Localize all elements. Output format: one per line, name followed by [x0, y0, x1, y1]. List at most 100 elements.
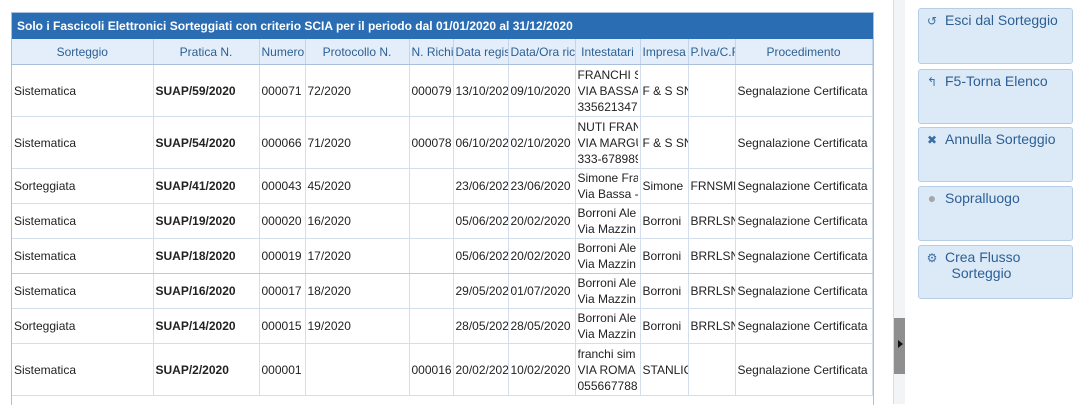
esci-sorteggio-button[interactable]: ↺ Esci dal Sorteggio [918, 8, 1073, 64]
torna-elenco-button[interactable]: ↰ F5-Torna Elenco [918, 69, 1073, 124]
cell-numero: 000019 [259, 238, 306, 274]
table-row[interactable]: Sistematica SUAP/2/2020 000001 000016 20/02/… [12, 343, 873, 396]
cell-impresa: F & S SNC [640, 64, 689, 117]
intestatari-line: Borroni Ale [577, 241, 637, 255]
cell-impresa: F & S SNC [640, 116, 689, 169]
intestatari-line: franchi sim [577, 346, 636, 361]
cell-numero: 000001 [259, 343, 306, 396]
sorteggio-grid-panel: Solo i Fascicoli Elettronici Sorteggiati… [11, 12, 874, 405]
sopralluogo-button[interactable]: ● Sopralluogo [918, 186, 1073, 241]
cell-intestatari: FRANCHI S VIA BASSA 335621347 [575, 64, 641, 117]
cell-data-ricezione: 09/10/2020 [508, 64, 576, 117]
cell-numero: 000043 [259, 168, 306, 204]
column-header-numero[interactable]: Numero [259, 39, 306, 65]
cell-protocollo: 18/2020 [305, 273, 410, 309]
cell-numero: 000015 [259, 308, 306, 344]
cell-procedimento: Segnalazione Certificata [735, 168, 873, 204]
cell-richiesta: 000078 [409, 116, 454, 169]
column-header-procedimento[interactable]: Procedimento [735, 39, 873, 65]
crea-flusso-sorteggio-button[interactable]: ⚙ Crea Flusso Sorteggio [918, 245, 1073, 299]
cell-procedimento: Segnalazione Certificata [735, 273, 873, 309]
cell-richiesta [409, 308, 454, 344]
intestatari-line: Via Mazzin [577, 292, 636, 306]
cell-numero: 000066 [259, 116, 306, 169]
intestatari-line: 055667788 [577, 378, 638, 393]
column-header-protocollo[interactable]: Protocollo N. [305, 39, 410, 65]
cell-pratica: SUAP/59/2020 [153, 64, 260, 117]
intestatari-line: 335621347 [577, 99, 638, 114]
cell-sorteggio: Sorteggiata [12, 168, 154, 204]
cell-protocollo [305, 343, 410, 396]
intestatari-line: Borroni Ale [577, 311, 637, 325]
cell-procedimento: Segnalazione Certificata [735, 308, 873, 344]
cell-sorteggio: Sistematica [12, 64, 154, 117]
intestatari-line: 333-678989 [577, 151, 638, 166]
cell-impresa: Borroni [640, 203, 689, 239]
cell-data-ricezione: 28/05/2020 [508, 308, 576, 344]
cell-piva [688, 116, 736, 169]
column-header-piva[interactable]: P.Iva/C.F. [688, 39, 736, 65]
cell-impresa: Borroni [640, 273, 689, 309]
table-row[interactable]: Sorteggiata SUAP/41/2020 000043 45/2020 23/0… [12, 168, 873, 204]
cell-richiesta [409, 273, 454, 309]
column-header-data-ricezione[interactable]: Data/Ora ricezione [508, 39, 576, 65]
intestatari-line: Borroni Ale [577, 206, 637, 220]
cell-data-registrazione: 23/06/2020 [453, 168, 509, 204]
sopralluogo-label: Sopralluogo [945, 190, 1020, 206]
cell-data-ricezione: 23/06/2020 [508, 168, 576, 204]
cell-numero: 000020 [259, 203, 306, 239]
annulla-sorteggio-button[interactable]: ✖ Annulla Sorteggio [918, 127, 1073, 182]
intestatari-line: Borroni Ale [577, 276, 637, 290]
cell-data-registrazione: 20/02/2020 [453, 343, 509, 396]
cell-sorteggio: Sistematica [12, 116, 154, 169]
cell-pratica: SUAP/18/2020 [153, 238, 260, 274]
table-row[interactable]: Sistematica SUAP/59/2020 000071 72/2020 0000… [12, 64, 873, 117]
cell-data-ricezione: 10/02/2020 [508, 343, 576, 396]
cell-richiesta: 000016 [409, 343, 454, 396]
table-row[interactable]: Sorteggiata SUAP/14/2020 000015 19/2020 28/0… [12, 308, 873, 344]
cell-sorteggio: Sistematica [12, 238, 154, 274]
intestatari-line: FRANCHI S [577, 67, 638, 82]
cell-data-ricezione: 20/02/2020 [508, 203, 576, 239]
cell-intestatari: Borroni Ale Via Mazzin [575, 238, 641, 274]
table-row[interactable]: Sistematica SUAP/18/2020 000019 17/2020 05/0… [12, 238, 873, 274]
column-header-intestatari[interactable]: Intestatari [575, 39, 641, 65]
cell-piva [688, 343, 736, 396]
inspection-icon: ● [927, 190, 937, 206]
table-row[interactable]: Sistematica SUAP/54/2020 000066 71/2020 0000… [12, 116, 873, 169]
back-arrow-icon: ↰ [926, 75, 938, 89]
intestatari-line: Simone Fra [577, 171, 638, 185]
cell-data-registrazione: 13/10/2020 [453, 64, 509, 117]
cell-richiesta [409, 203, 454, 239]
grid-caption: Solo i Fascicoli Elettronici Sorteggiati… [12, 13, 873, 39]
table-row[interactable]: Sistematica SUAP/19/2020 000020 16/2020 05/0… [12, 203, 873, 239]
cell-pratica: SUAP/14/2020 [153, 308, 260, 344]
table-row[interactable]: Sistematica SUAP/16/2020 000017 18/2020 29/0… [12, 273, 873, 309]
cell-protocollo: 71/2020 [305, 116, 410, 169]
intestatari-line: NUTI FRAN [577, 119, 638, 134]
cell-procedimento: Segnalazione Certificata [735, 238, 873, 274]
cell-data-registrazione: 05/06/2020 [453, 203, 509, 239]
column-header-sorteggio[interactable]: Sorteggio [12, 39, 154, 65]
cell-data-ricezione: 01/07/2020 [508, 273, 576, 309]
collapse-arrow-icon[interactable] [898, 340, 903, 348]
intestatari-line: VIA ROMA [577, 362, 636, 377]
column-header-data-registrazione[interactable]: Data registrazione [453, 39, 509, 65]
cell-sorteggio: Sistematica [12, 203, 154, 239]
intestatari-line: VIA BASSA [577, 83, 638, 98]
esci-sorteggio-label: Esci dal Sorteggio [945, 12, 1058, 28]
cell-richiesta: 000079 [409, 64, 454, 117]
cell-richiesta [409, 238, 454, 274]
cell-impresa: Borroni [640, 238, 689, 274]
cell-pratica: SUAP/16/2020 [153, 273, 260, 309]
cell-piva [688, 64, 736, 117]
cell-piva: BRRLSN [688, 203, 736, 239]
cell-richiesta [409, 168, 454, 204]
column-header-impresa[interactable]: Impresa [640, 39, 689, 65]
column-header-pratica[interactable]: Pratica N. [153, 39, 260, 65]
cell-intestatari: Borroni Ale Via Mazzin [575, 273, 641, 309]
cell-intestatari: Borroni Ale Via Mazzin [575, 203, 641, 239]
annulla-sorteggio-label: Annulla Sorteggio [945, 131, 1056, 147]
column-header-richiesta[interactable]: N. Richiesta [409, 39, 454, 65]
cell-impresa: Simone [640, 168, 689, 204]
